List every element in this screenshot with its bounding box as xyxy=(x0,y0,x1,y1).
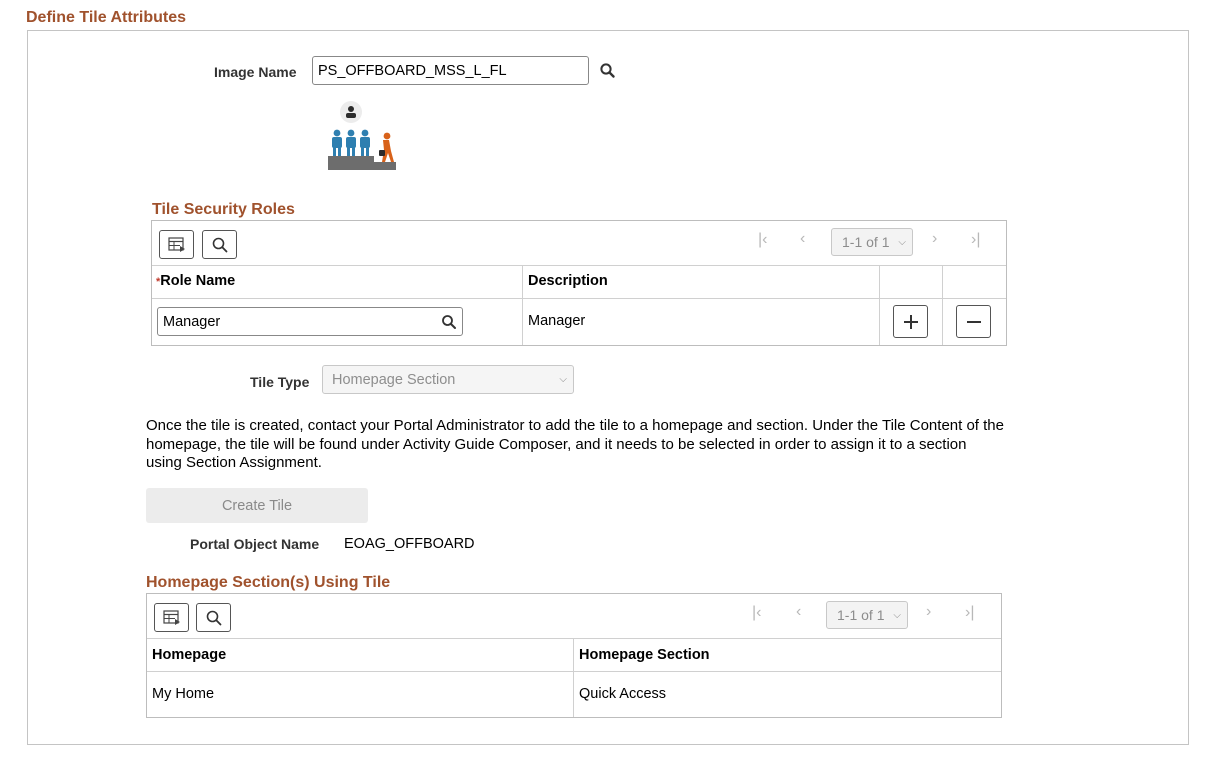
pager-value: 1-1 of 1 xyxy=(842,234,890,250)
security-roles-title: Tile Security Roles xyxy=(152,201,295,218)
personalize-grid-button-2[interactable] xyxy=(154,603,189,632)
role-name-header: *Role Name xyxy=(156,273,235,289)
chevron-down-icon: ⌵ xyxy=(559,374,567,385)
tile-type-select[interactable]: Homepage Section ⌵ xyxy=(322,365,574,394)
minus-icon xyxy=(966,320,981,323)
role-lookup-search-icon[interactable] xyxy=(441,314,457,330)
offboarding-tile-image xyxy=(326,100,398,172)
image-lookup-search-icon[interactable] xyxy=(599,62,617,80)
add-row-button[interactable] xyxy=(893,305,928,338)
previous-page-icon[interactable]: ‹ xyxy=(796,603,801,621)
homepage-cell: My Home xyxy=(152,686,215,702)
tile-info-text: Once the tile is created, contact your P… xyxy=(146,417,1004,471)
first-page-icon[interactable]: |‹ xyxy=(752,604,761,622)
portal-object-label: Portal Object Name xyxy=(190,536,320,552)
first-page-icon[interactable]: |‹ xyxy=(758,231,767,249)
personalize-grid-button[interactable] xyxy=(159,230,194,259)
homepage-sections-pager-select[interactable]: 1-1 of 1 ⌵ xyxy=(826,601,908,629)
homepage-header: Homepage xyxy=(152,647,227,663)
security-roles-pager-select[interactable]: 1-1 of 1 ⌵ xyxy=(831,228,913,256)
role-name-header-label: Role Name xyxy=(160,273,236,289)
image-name-value: PS_OFFBOARD_MSS_L_FL xyxy=(318,62,507,79)
image-name-input[interactable]: PS_OFFBOARD_MSS_L_FL xyxy=(312,56,589,85)
portal-object-value: EOAG_OFFBOARD xyxy=(344,536,475,552)
role-description: Manager xyxy=(528,313,586,329)
homepage-sections-title: Homepage Section(s) Using Tile xyxy=(146,574,391,591)
role-name-value: Manager xyxy=(163,313,221,330)
grid-find-button[interactable] xyxy=(202,230,237,259)
search-icon xyxy=(206,610,221,625)
grid-find-button-2[interactable] xyxy=(196,603,231,632)
tile-type-value: Homepage Section xyxy=(332,371,456,388)
last-page-icon[interactable]: ›| xyxy=(965,604,974,622)
grid-settings-icon xyxy=(162,609,180,625)
next-page-icon[interactable]: › xyxy=(926,603,931,621)
description-header: Description xyxy=(528,273,608,289)
pager-value: 1-1 of 1 xyxy=(837,607,885,623)
chevron-down-icon: ⌵ xyxy=(898,236,906,248)
next-page-icon[interactable]: › xyxy=(932,230,937,248)
last-page-icon[interactable]: ›| xyxy=(971,231,980,249)
grid-settings-icon xyxy=(167,236,185,252)
homepage-section-cell: Quick Access xyxy=(579,686,667,702)
chevron-down-icon: ⌵ xyxy=(893,609,901,621)
plus-icon xyxy=(903,314,918,329)
tile-type-label: Tile Type xyxy=(250,374,310,390)
search-icon xyxy=(212,237,227,252)
section-title: Define Tile Attributes xyxy=(26,9,187,26)
create-tile-button[interactable]: Create Tile xyxy=(146,488,368,523)
role-name-input[interactable]: Manager xyxy=(157,307,463,336)
homepage-section-header: Homepage Section xyxy=(579,647,710,663)
image-name-label: Image Name xyxy=(214,64,297,80)
previous-page-icon[interactable]: ‹ xyxy=(800,230,805,248)
delete-row-button[interactable] xyxy=(956,305,991,338)
